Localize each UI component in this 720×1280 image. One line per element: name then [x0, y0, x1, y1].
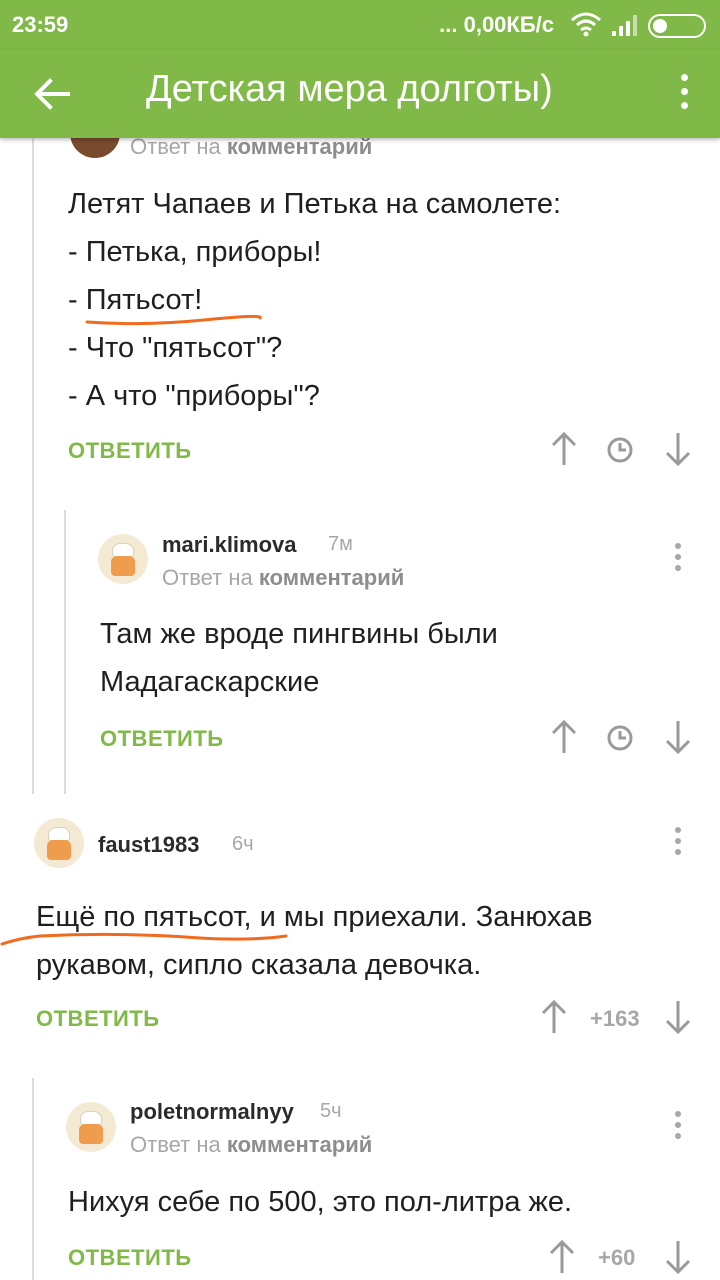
- wifi-icon: [571, 12, 601, 37]
- comment-line: Мадагаскарские: [100, 666, 320, 698]
- arrow-up-icon[interactable]: [550, 432, 578, 466]
- comment-age: 7м: [328, 533, 353, 555]
- thread-line: [32, 138, 34, 794]
- rating-count: +60: [598, 1245, 636, 1270]
- comment-line: - Что "пятьсот"?: [68, 332, 283, 364]
- app-bar: Детская мера долготы): [0, 50, 720, 138]
- arrow-up-icon[interactable]: [550, 720, 578, 754]
- avatar[interactable]: [98, 534, 148, 584]
- avatar[interactable]: [34, 818, 84, 868]
- comment-line: Там же вроде пингвины были: [100, 618, 498, 650]
- network-speed: ... 0,00КБ/с: [439, 12, 554, 37]
- annotation-underline: [85, 314, 262, 326]
- page-title: Детская мера долготы): [146, 68, 553, 110]
- status-time: 23:59: [12, 12, 69, 37]
- reply-to[interactable]: Ответ на комментарий: [162, 565, 404, 591]
- comment-author[interactable]: faust1983: [98, 832, 200, 858]
- comment-line: - А что "приборы"?: [68, 380, 320, 412]
- thread-line: [32, 1078, 34, 1280]
- more-vertical-icon[interactable]: [673, 1111, 683, 1145]
- arrow-up-icon[interactable]: [548, 1240, 576, 1274]
- comment-text: Нихуя себе по 500, это пол-литра же.: [68, 1178, 572, 1226]
- arrow-down-icon[interactable]: [664, 432, 692, 466]
- comment-line: Летят Чапаев и Петька на самолете:: [68, 188, 562, 220]
- comment-author[interactable]: mari.klimova: [162, 532, 297, 558]
- arrow-down-icon[interactable]: [664, 1000, 692, 1034]
- annotation-underline: [0, 932, 288, 946]
- clock-icon[interactable]: [606, 724, 634, 752]
- reply-button[interactable]: ОТВЕТИТЬ: [68, 438, 192, 464]
- more-vertical-icon[interactable]: [673, 827, 683, 861]
- more-vertical-icon[interactable]: [673, 543, 683, 577]
- thread-line: [64, 510, 66, 794]
- comment-author[interactable]: poletnormalnyy: [130, 1099, 294, 1125]
- reply-button[interactable]: ОТВЕТИТЬ: [68, 1245, 192, 1271]
- comment-age: 5ч: [320, 1100, 342, 1122]
- comment-age: 6ч: [232, 833, 254, 855]
- arrow-left-icon[interactable]: [28, 72, 76, 116]
- comment-line: - Петька, приборы!: [68, 236, 322, 268]
- arrow-down-icon[interactable]: [664, 1240, 692, 1274]
- comment-line: рукавом, сипло сказала девочка.: [36, 949, 482, 981]
- more-vertical-icon[interactable]: [678, 70, 690, 118]
- signal-icon: [612, 15, 637, 36]
- reply-to[interactable]: Ответ на комментарий: [130, 1132, 372, 1158]
- rating-count: +163: [590, 1006, 640, 1031]
- arrow-up-icon[interactable]: [540, 1000, 568, 1034]
- avatar[interactable]: [66, 1102, 116, 1152]
- comment-text: Там же вроде пингвины были Мадагаскарски…: [100, 610, 498, 706]
- clock-icon[interactable]: [606, 436, 634, 464]
- status-bar: 23:59 ... 0,00КБ/с: [0, 0, 720, 50]
- reply-button[interactable]: ОТВЕТИТЬ: [100, 726, 224, 752]
- comment-line: Нихуя себе по 500, это пол-литра же.: [68, 1186, 573, 1218]
- comment-text: Летят Чапаев и Петька на самолете: - Пет…: [68, 180, 561, 420]
- reply-button[interactable]: ОТВЕТИТЬ: [36, 1006, 160, 1032]
- arrow-down-icon[interactable]: [664, 720, 692, 754]
- battery-icon: [648, 14, 706, 38]
